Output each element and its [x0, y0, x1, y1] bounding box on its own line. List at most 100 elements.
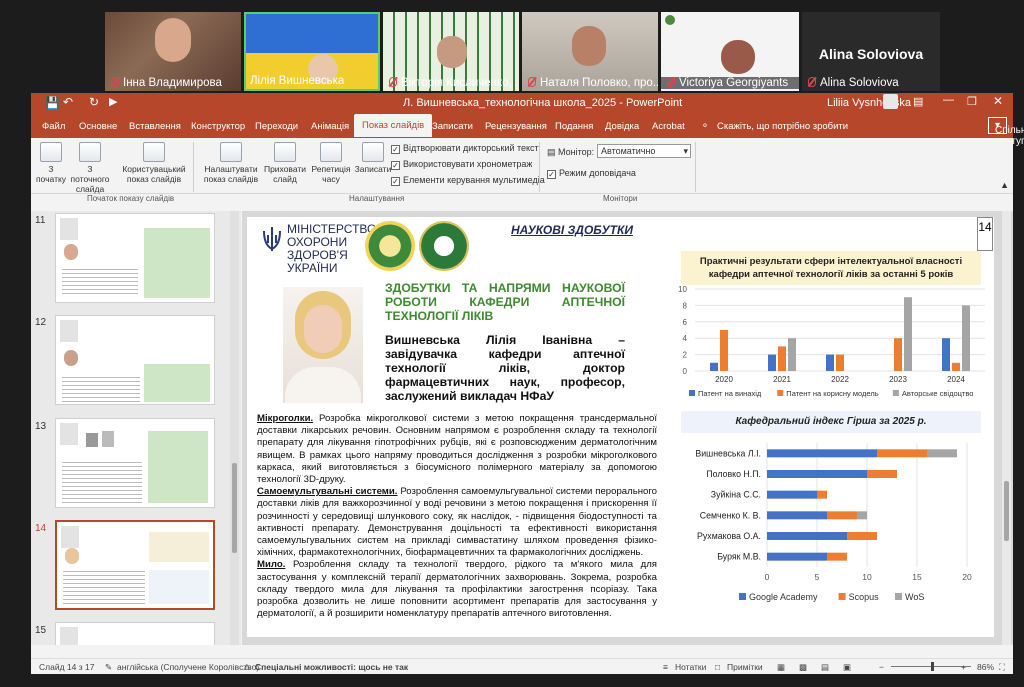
- fit-slide-icon[interactable]: ⛶: [999, 662, 1005, 673]
- maximize-icon[interactable]: ❐: [967, 95, 977, 108]
- p1-title: Мікроголки.: [257, 413, 314, 424]
- slideshow-view-icon[interactable]: ▣: [843, 662, 851, 673]
- use-timings-checkbox[interactable]: ✓ Використовувати хронометраж: [391, 159, 532, 170]
- ribbon-display-icon[interactable]: ▤: [913, 95, 923, 108]
- y-tick-label: 6: [683, 318, 688, 327]
- hide-slide-button[interactable]: Приховати слайд: [263, 140, 307, 184]
- normal-view-icon[interactable]: ▦: [777, 662, 785, 673]
- rehearse-timings-button[interactable]: Репетиція часу: [309, 140, 353, 184]
- media-controls-checkbox[interactable]: ✓ Елементи керування мультимедіа: [391, 175, 545, 186]
- chart-bar: [826, 354, 834, 371]
- slide-scrollbar[interactable]: [1002, 211, 1011, 645]
- notes-button[interactable]: Нотатки: [675, 662, 706, 672]
- setup-show-button[interactable]: Налаштувати показ слайдів: [199, 140, 263, 184]
- redo-icon[interactable]: ↻: [89, 95, 99, 109]
- p2-title: Самоемульгувальні системи.: [257, 486, 398, 498]
- language-status[interactable]: англійська (Сполучене Королівство): [117, 662, 259, 672]
- chart-bar-segment: [857, 511, 867, 520]
- scrollbar-thumb[interactable]: [1004, 481, 1009, 541]
- custom-show-button[interactable]: Користувацький показ слайдів: [119, 140, 189, 184]
- video-tile[interactable]: Victoriya Georgiyants: [661, 12, 799, 91]
- collapse-ribbon-icon[interactable]: ▲: [1000, 180, 1009, 190]
- zoom-out-icon[interactable]: −: [879, 662, 884, 672]
- video-tile-active-speaker[interactable]: Лілія Вишневська: [244, 12, 380, 91]
- x-tick-label: 2021: [773, 375, 791, 384]
- play-narrations-checkbox[interactable]: ✓ Відтворювати дикторський текст: [391, 143, 539, 154]
- record-button[interactable]: Записати: [353, 140, 393, 174]
- slide-thumbnails-pane[interactable]: 11 12 13 14 15: [31, 211, 241, 645]
- video-tile[interactable]: Наталя Половко, про...: [522, 12, 658, 91]
- powerpoint-window: 💾 ↶ ↻ ▶ Л. Вишневська_технологічна школа…: [31, 93, 1024, 674]
- chart1-title: Практичні результати сфери інтелектуальн…: [681, 251, 981, 285]
- x-tick-label: 2023: [889, 375, 907, 384]
- legend-entry: Авторське свідоцтво: [902, 389, 974, 398]
- chart-bar-segment: [927, 449, 957, 458]
- thumbnail-logo: [60, 423, 78, 445]
- slide-thumbnail[interactable]: [55, 213, 215, 303]
- x-tick-label: 0: [765, 572, 770, 582]
- tab-review[interactable]: Рецензування: [485, 121, 547, 132]
- muted-mic-icon: [808, 77, 816, 87]
- zoom-level[interactable]: 86%: [977, 662, 994, 672]
- zoom-slider-thumb[interactable]: [931, 662, 934, 671]
- thumbnail-text: [62, 266, 138, 296]
- legend-swatch: [838, 593, 846, 600]
- video-tile[interactable]: Alina Soloviova Alina Soloviova: [802, 12, 940, 91]
- tab-design[interactable]: Конструктор: [191, 121, 245, 132]
- zoom-in-icon[interactable]: +: [961, 662, 966, 672]
- video-tile[interactable]: Інна Владимирова: [105, 12, 241, 91]
- accessibility-status[interactable]: Спеціальні можливості: щось не так: [255, 662, 408, 672]
- tab-file[interactable]: Файл: [42, 121, 65, 132]
- from-beginning-button[interactable]: З початку: [35, 140, 67, 184]
- save-icon[interactable]: 💾: [45, 96, 60, 110]
- slide-thumbnail[interactable]: [55, 622, 215, 645]
- h-index-chart: 0 5 10 15 20 Вишневська Л.І. Половко Н.П. Зуйкі…: [695, 443, 972, 602]
- tab-home[interactable]: Основне: [79, 121, 117, 132]
- start-from-beginning-icon[interactable]: ▶: [109, 95, 117, 108]
- thumbnail-scrollbar[interactable]: [230, 211, 239, 645]
- chart-bar: [778, 346, 786, 371]
- rehearse-label: Репетиція часу: [311, 164, 351, 184]
- tab-acrobat[interactable]: Acrobat: [652, 121, 685, 132]
- current-slide[interactable]: МІНІСТЕРСТВО ОХОРОНИ ЗДОРОВ'Я УКРАЇНИ НА…: [247, 217, 994, 637]
- tell-me-search[interactable]: Скажіть, що потрібно зробити: [717, 121, 848, 132]
- tab-view[interactable]: Подання: [555, 121, 593, 132]
- avatar[interactable]: [883, 94, 898, 109]
- slide-thumbnail[interactable]: [55, 315, 215, 405]
- close-icon[interactable]: ✕: [993, 94, 1003, 108]
- scrollbar-thumb[interactable]: [232, 463, 237, 553]
- chart-bar: [952, 362, 960, 371]
- presenter-view-checkbox[interactable]: ✓ Режим доповідача: [547, 168, 636, 179]
- minimize-icon[interactable]: —: [943, 94, 954, 106]
- monitor-select[interactable]: Автоматично ▾: [597, 144, 691, 158]
- slide-sorter-icon[interactable]: ▩: [799, 662, 807, 673]
- user-name[interactable]: Liliia Vysnhevska: [827, 97, 911, 109]
- from-beginning-label: З початку: [35, 164, 67, 184]
- x-tick-label: 15: [912, 572, 922, 582]
- comments-button[interactable]: Примітки: [727, 662, 763, 672]
- slide-thumbnail-active[interactable]: [55, 520, 215, 610]
- tab-record[interactable]: Записати: [432, 121, 473, 132]
- group-start-label: Початок показу слайдів: [87, 194, 175, 203]
- tab-slideshow[interactable]: Показ слайдів: [354, 114, 433, 137]
- participant-name: Лілія Вишневська: [250, 75, 345, 87]
- chart-bar-segment: [767, 511, 827, 520]
- thumbnail-table: [144, 364, 210, 402]
- slide-editing-area: МІНІСТЕРСТВО ОХОРОНИ ЗДОРОВ'Я УКРАЇНИ НА…: [242, 211, 1013, 645]
- slide-thumbnail[interactable]: [55, 418, 215, 508]
- video-tile[interactable]: Вікторія Кисличенко, ...: [383, 12, 519, 91]
- tab-insert[interactable]: Вставлення: [129, 121, 181, 132]
- share-button[interactable]: Спільний доступ ▾: [987, 117, 1024, 147]
- tab-animations[interactable]: Анімація: [311, 121, 349, 132]
- tab-transitions[interactable]: Переходи: [255, 121, 298, 132]
- y-category-label: Буряк М.В.: [717, 552, 761, 562]
- from-current-button[interactable]: З поточного слайда: [69, 140, 111, 194]
- presenter-view-label: Режим доповідача: [559, 168, 636, 178]
- spelling-icon[interactable]: ✎: [105, 662, 112, 673]
- reading-view-icon[interactable]: ▤: [821, 662, 829, 673]
- rehearse-icon: [320, 142, 342, 162]
- thumbnail-text: [63, 568, 145, 606]
- undo-icon[interactable]: ↶: [63, 95, 73, 109]
- legend-entry: Патент на винахід: [698, 389, 762, 398]
- tab-help[interactable]: Довідка: [605, 121, 639, 132]
